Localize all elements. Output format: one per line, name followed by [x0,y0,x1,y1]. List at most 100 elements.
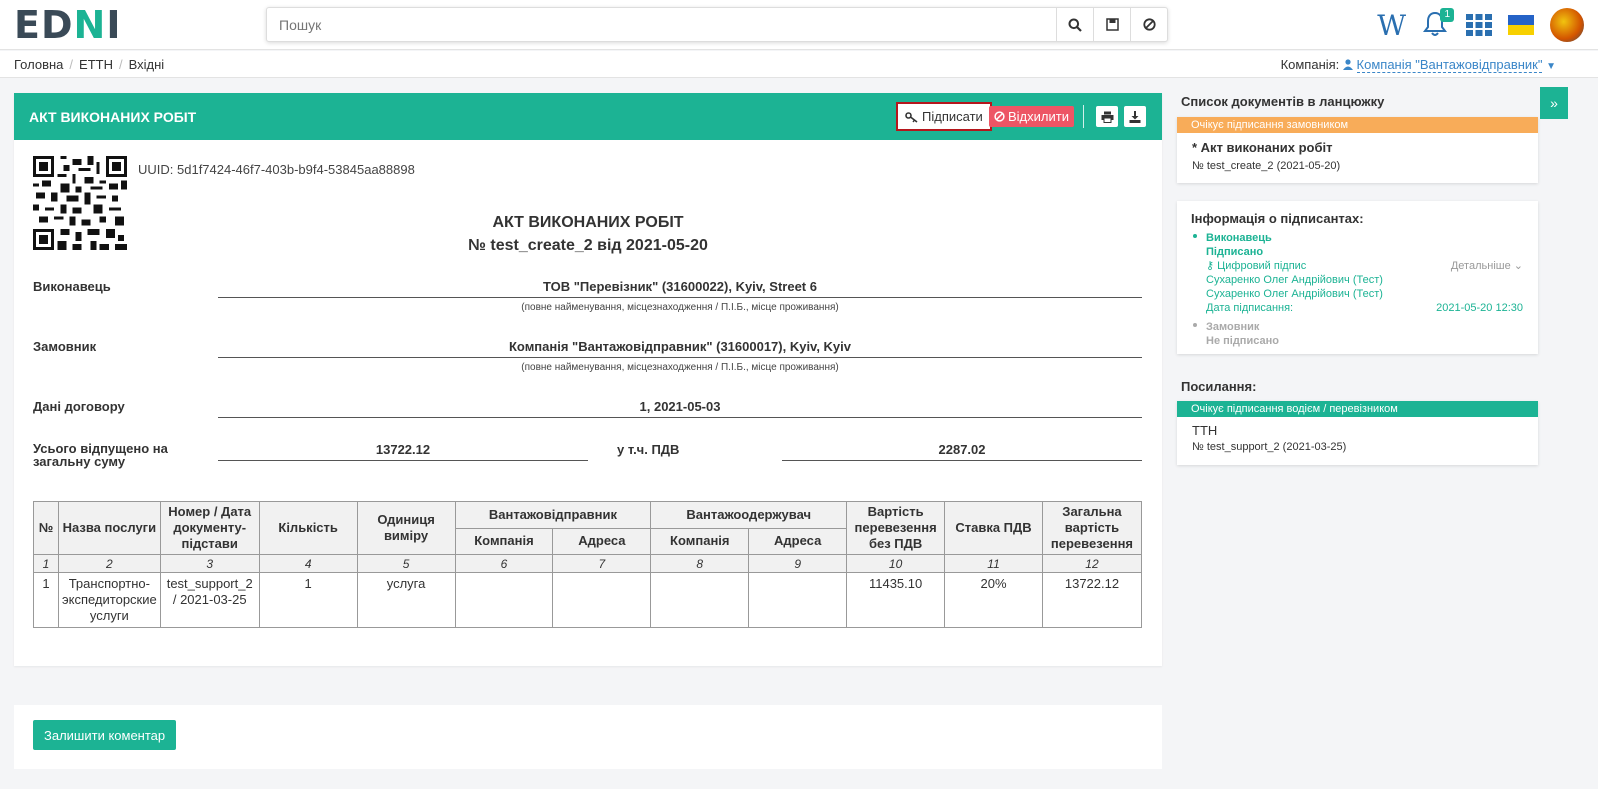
breadcrumb: Головна / ЕТТН / Вхідні [14,57,165,72]
col-num: 2 [57,554,161,573]
signer1-name1: Сухаренко Олег Андрійович (Тест) [1206,274,1383,286]
signer2-status: Не підписано [1206,335,1279,347]
cell-cost: 11435.10 [846,572,946,628]
link-doc-number: № test_support_2 (2021-03-25) [1192,441,1347,453]
col-shipper: Вантажовідправник [454,501,652,529]
signer1-signature-type: Цифровий підпис [1217,260,1307,272]
cell-shipper-company [454,572,554,628]
customer-value: Компанія "Вантажовідправник" (31600017),… [218,339,1142,358]
breadcrumb-home[interactable]: Головна [14,57,63,72]
download-icon [1129,110,1141,123]
breadcrumb-inbox[interactable]: Вхідні [129,57,165,72]
signer1-role: Виконавець [1206,232,1272,244]
cell-docnum: test_support_2 / 2021-03-25 [159,572,260,628]
document-subtitle: № test_create_2 від 2021-05-20 [468,237,708,254]
download-button[interactable] [1124,106,1146,127]
chevron-down-icon: ⌄ [1513,260,1523,272]
col-num: 5 [356,554,456,573]
search-input[interactable] [267,8,1056,41]
print-button[interactable] [1096,106,1118,127]
col-shipper-address: Адреса [552,527,652,555]
sign-button[interactable]: Підписати [896,102,992,131]
customer-label: Замовник [33,339,97,354]
logo-end: I [106,3,122,47]
links-title: Посилання: [1181,379,1257,394]
search-button[interactable] [1056,8,1093,41]
customer-hint: (повне найменування, місцезнаходження / … [521,362,839,373]
company-dropdown[interactable]: Компанія "Вантажовідправник" [1356,57,1543,73]
contract-value: 1, 2021-05-03 [218,399,1142,418]
vat-label: у т.ч. ПДВ [617,442,680,457]
edin-logo[interactable]: EDNI [14,5,121,45]
logo-accent: N [73,3,107,47]
user-icon [1342,59,1353,70]
language-flag-icon[interactable] [1508,15,1534,35]
notifications-button[interactable]: 1 [1422,8,1454,40]
col-num: 9 [748,554,848,573]
signer-customer: Замовник Не підписано [1193,320,1523,348]
user-avatar[interactable] [1550,8,1584,42]
sidebar-toggle-button[interactable]: » [1540,87,1568,119]
signer1-date-label: Дата підписання: [1206,302,1294,314]
clear-search-button[interactable] [1130,8,1167,41]
col-total: Загальна вартість перевезення [1041,501,1143,555]
col-num: 7 [552,554,652,573]
chain-doc-title[interactable]: * Акт виконаних робіт [1192,140,1332,155]
col-consignee-company: Компанія [650,527,750,555]
document-uuid: UUID: 5d1f7424-46f7-403b-b9f4-53845aa888… [138,162,415,177]
chain-doc-number: № test_create_2 (2021-05-20) [1192,160,1341,172]
total-label: Усього відпущено на загальну суму [33,441,168,469]
company-label: Компанія: [1280,57,1340,72]
save-search-button[interactable] [1093,8,1130,41]
qr-code [33,156,127,250]
col-no: № [33,501,59,555]
col-service: Назва послуги [57,501,161,555]
comment-panel: Залишити коментар [14,705,1162,769]
signer1-details-link[interactable]: Детальніше ⌄ [1451,259,1523,273]
print-icon [1101,111,1113,123]
chain-card[interactable]: Очікує підписання замовником * Акт викон… [1177,117,1538,183]
panel-title: АКТ ВИКОНАНИХ РОБІТ [29,109,197,125]
link-card[interactable]: Очікує підписання водієм / перевізником … [1177,401,1538,465]
floppy-icon [1105,18,1119,31]
document-title: АКТ ВИКОНАНИХ РОБІТ [492,214,684,231]
col-num: 6 [454,554,554,573]
col-qty: Кількість [258,501,358,555]
col-num: 1 [33,554,59,573]
col-consignee-address: Адреса [748,527,848,555]
company-selector: Компанія: Компанія "Вантажовідправник" ▼ [1280,57,1556,73]
executor-value: ТОВ "Перевізник" (31600022), Kyiv, Stree… [218,279,1142,298]
cell-service: Транспортно-экспедиторские услуги [57,572,161,628]
table-header-row: № Назва послуги Номер / Дата документу-п… [33,501,1143,555]
apps-grid-icon[interactable] [1466,14,1492,36]
signer1-date: 2021-05-20 12:30 [1436,302,1523,314]
reject-button[interactable]: Відхилити [989,106,1074,127]
table-row: 1 Транспортно-экспедиторские услуги test… [33,572,1143,628]
col-num: 3 [159,554,260,573]
signers-card: Інформація о підписантах: Виконавець Під… [1177,201,1538,354]
chain-title: Список документів в ланцюжку [1181,94,1385,109]
col-vat: Ставка ПДВ [944,501,1043,555]
reject-label: Відхилити [1008,109,1069,124]
signer1-status: Підписано [1206,246,1264,258]
breadcrumb-ettn[interactable]: ЕТТН [79,57,113,72]
document-panel: АКТ ВИКОНАНИХ РОБІТ Підписати Відхилити [14,93,1162,666]
cell-shipper-address [552,572,652,628]
executor-label: Виконавець [33,279,111,294]
leave-comment-button[interactable]: Залишити коментар [33,720,177,750]
sign-label: Підписати [922,109,983,124]
notification-badge: 1 [1440,8,1454,22]
wiki-icon[interactable]: W [1377,9,1406,42]
link-doc-title[interactable]: ТТН [1192,423,1217,438]
cell-qty: 1 [258,572,358,628]
col-num: 8 [650,554,750,573]
link-status-badge: Очікує підписання водієм / перевізником [1177,401,1538,417]
signer-executor: Виконавець Підписано ⚷ Цифровий підпис Д… [1193,231,1523,315]
contract-label: Дані договору [33,399,125,414]
search-bar [266,7,1168,42]
cell-vat: 20% [944,572,1043,628]
signers-title: Інформація о підписантах: [1191,211,1364,226]
col-num: 11 [944,554,1043,573]
cell-consignee-address [748,572,848,628]
signer2-role: Замовник [1206,321,1260,333]
